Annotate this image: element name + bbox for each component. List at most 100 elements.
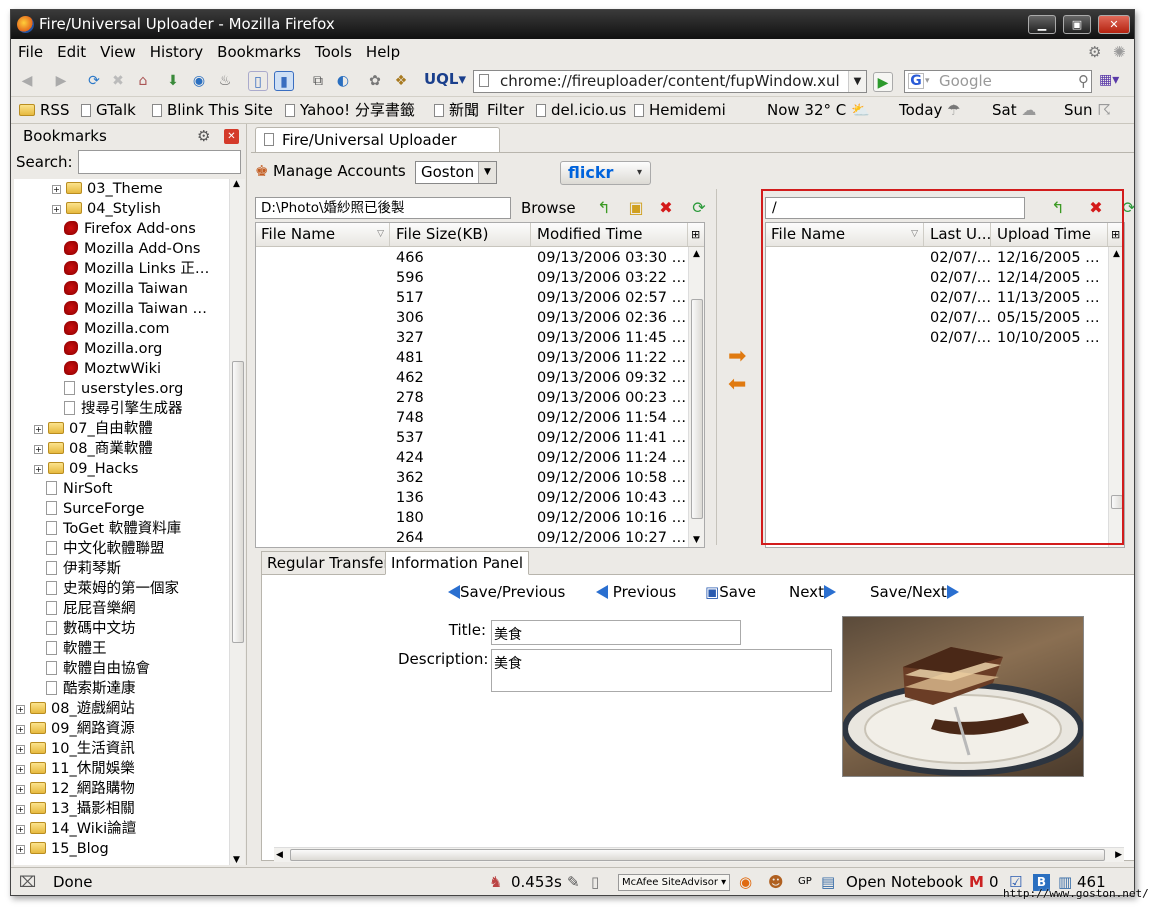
minimize-button[interactable]: ▁ <box>1028 15 1056 34</box>
expand-icon[interactable]: + <box>52 205 61 214</box>
firefox-icon[interactable]: ◉ <box>739 868 752 895</box>
local-scrollbar[interactable]: ▲ ▼ <box>688 247 704 547</box>
bookmarks-toggle-icon[interactable]: ▮ <box>274 71 294 91</box>
bookmark-hemidemi[interactable]: Hemidemi <box>634 97 726 123</box>
scroll-up-icon[interactable]: ▲ <box>233 179 240 189</box>
scroll-right-icon[interactable]: ▶ <box>1115 848 1122 862</box>
tree-item[interactable]: +11_休閒娛樂 <box>16 759 135 779</box>
scroll-down-icon[interactable]: ▼ <box>693 535 700 545</box>
monkey-icon[interactable]: ☻ <box>768 868 784 895</box>
reload-icon[interactable]: ⟳ <box>84 71 104 91</box>
sidebar-toggle-icon[interactable]: ▯ <box>248 71 268 91</box>
tree-item[interactable]: 史萊姆的第一個家 <box>46 579 179 599</box>
table-row[interactable]: JPG婚紗_010.jpg48109/13/2006 11:22 … <box>256 348 704 368</box>
gear-icon[interactable]: ⚙ <box>1081 39 1108 65</box>
delete-icon[interactable]: ✖ <box>656 198 676 218</box>
expand-icon[interactable]: + <box>34 445 43 454</box>
translate-icon[interactable]: ◐ <box>333 71 353 91</box>
note-icon[interactable]: ▯ <box>591 868 599 895</box>
engine-dropdown-icon[interactable]: ▾ <box>925 71 930 92</box>
tree-item[interactable]: +09_網路資源 <box>16 719 135 739</box>
url-dropdown-icon[interactable]: ▼ <box>848 71 866 92</box>
tree-item[interactable]: 數碼中文坊 <box>46 619 136 639</box>
col-file-size[interactable]: File Size(KB) <box>391 223 531 246</box>
expand-icon[interactable]: + <box>16 745 25 754</box>
bookmark-delicious[interactable]: del.icio.us <box>536 97 626 123</box>
menu-help[interactable]: Help <box>359 39 407 65</box>
maximize-button[interactable]: ▣ <box>1063 15 1091 34</box>
tree-item[interactable]: +04_Stylish <box>52 199 161 219</box>
home-icon[interactable]: ⌂ <box>133 71 153 91</box>
open-notebook-button[interactable]: Open Notebook <box>846 868 963 895</box>
save-next-button[interactable]: Save/Next <box>870 581 959 603</box>
tree-item[interactable]: +09_Hacks <box>34 459 138 479</box>
tree-item[interactable]: +13_攝影相關 <box>16 799 135 819</box>
url-input[interactable]: chrome://fireuploader/content/fupWindow.… <box>473 70 867 93</box>
tree-item[interactable]: Mozilla Taiwan … <box>64 299 207 319</box>
tab-information-panel[interactable]: Information Panel <box>385 551 530 575</box>
expand-icon[interactable]: + <box>16 825 25 834</box>
manage-accounts-button[interactable]: Manage Accounts <box>273 162 406 180</box>
grid-icon[interactable]: ▦▾ <box>1099 70 1119 90</box>
table-row[interactable]: JPG婚紗_007.jpg74809/12/2006 11:54 … <box>256 408 704 428</box>
tree-item[interactable]: 酷索斯達康 <box>46 679 136 699</box>
gmail-icon[interactable]: M <box>969 868 984 895</box>
tree-item[interactable]: +10_生活資訊 <box>16 739 135 759</box>
expand-icon[interactable]: + <box>16 845 25 854</box>
horizontal-scrollbar[interactable]: ◀ ▶ <box>274 847 1124 862</box>
expand-icon[interactable]: + <box>16 765 25 774</box>
tree-item[interactable]: NirSoft <box>46 479 112 499</box>
mcafee-button[interactable]: McAfee SiteAdvisor ▾ <box>618 874 731 891</box>
tree-item[interactable]: SurceForge <box>46 499 144 519</box>
tree-item[interactable]: 屁屁音樂網 <box>46 599 136 619</box>
tree-item[interactable]: +08_商業軟體 <box>34 439 153 459</box>
tab-regular-transfer[interactable]: Regular Transfer <box>261 551 396 575</box>
account-select[interactable]: Goston ▼ <box>415 161 497 184</box>
table-row[interactable]: JPG婚紗_001.jpg26409/12/2006 10:27 … <box>256 528 704 547</box>
download-icon[interactable]: ⬇ <box>163 71 183 91</box>
scroll-thumb[interactable] <box>290 849 1105 861</box>
tree-item[interactable]: +08_遊戲網站 <box>16 699 135 719</box>
description-input[interactable]: 美食 <box>491 649 832 692</box>
bookmark-rss[interactable]: RSS <box>19 97 69 123</box>
forward-icon[interactable]: ▶ <box>51 71 71 91</box>
bookmark-news[interactable]: 新聞 <box>434 97 479 123</box>
tree-item[interactable]: Mozilla Links 正… <box>64 259 209 279</box>
table-row[interactable]: JPG婚紗_003.jpg13609/12/2006 10:43 … <box>256 488 704 508</box>
tree-item[interactable]: Firefox Add-ons <box>64 219 196 239</box>
table-row[interactable]: JPG婚紗_011.jpg32709/13/2006 11:45 … <box>256 328 704 348</box>
tree-item[interactable]: +03_Theme <box>52 179 163 199</box>
expand-icon[interactable]: + <box>16 705 25 714</box>
back-icon[interactable]: ◀ <box>17 71 37 91</box>
close-sidebar-icon[interactable]: ✕ <box>224 129 239 144</box>
windows-icon[interactable]: ⧉ <box>308 71 328 91</box>
scroll-thumb[interactable] <box>232 361 244 643</box>
scroll-down-icon[interactable]: ▼ <box>233 855 240 865</box>
table-row[interactable]: JPG婚紗_009.jpg46209/13/2006 09:32 … <box>256 368 704 388</box>
notebook-icon[interactable]: ▤ <box>821 868 835 895</box>
weather-today[interactable]: Today ☂ <box>899 97 961 123</box>
expand-icon[interactable]: + <box>16 805 25 814</box>
tree-item[interactable]: Mozilla Add-Ons <box>64 239 200 259</box>
globe-icon[interactable]: ◉ <box>189 71 209 91</box>
edit-icon[interactable]: ✎ <box>567 868 580 895</box>
menu-view[interactable]: View <box>93 39 143 65</box>
sidebar-scrollbar[interactable]: ▲ ▼ <box>229 179 245 865</box>
col-modified-time[interactable]: Modified Time <box>532 223 688 246</box>
bookmark-blink[interactable]: Blink This Site <box>152 97 273 123</box>
bookmark-gtalk[interactable]: GTalk <box>81 97 136 123</box>
table-row[interactable]: JPG婚紗_012.jpg30609/13/2006 02:36 … <box>256 308 704 328</box>
title-input[interactable]: 美食 <box>491 620 741 645</box>
tree-item[interactable]: MoztwWiki <box>64 359 161 379</box>
close-window-button[interactable]: ✕ <box>1098 15 1130 34</box>
service-select[interactable]: flickr ▾ <box>560 161 651 185</box>
weather-sat[interactable]: Sat ☁ <box>992 97 1036 123</box>
menu-file[interactable]: File <box>11 39 50 65</box>
scroll-up-icon[interactable]: ▲ <box>693 249 700 259</box>
tree-item[interactable]: ToGet 軟體資料庫 <box>46 519 181 539</box>
tree-item[interactable]: +12_網路購物 <box>16 779 135 799</box>
save-previous-button[interactable]: Save/Previous <box>448 581 565 603</box>
table-row[interactable]: JPG婚紗_005.jpg42409/12/2006 11:24 … <box>256 448 704 468</box>
menu-history[interactable]: History <box>143 39 210 65</box>
expand-icon[interactable]: + <box>16 785 25 794</box>
